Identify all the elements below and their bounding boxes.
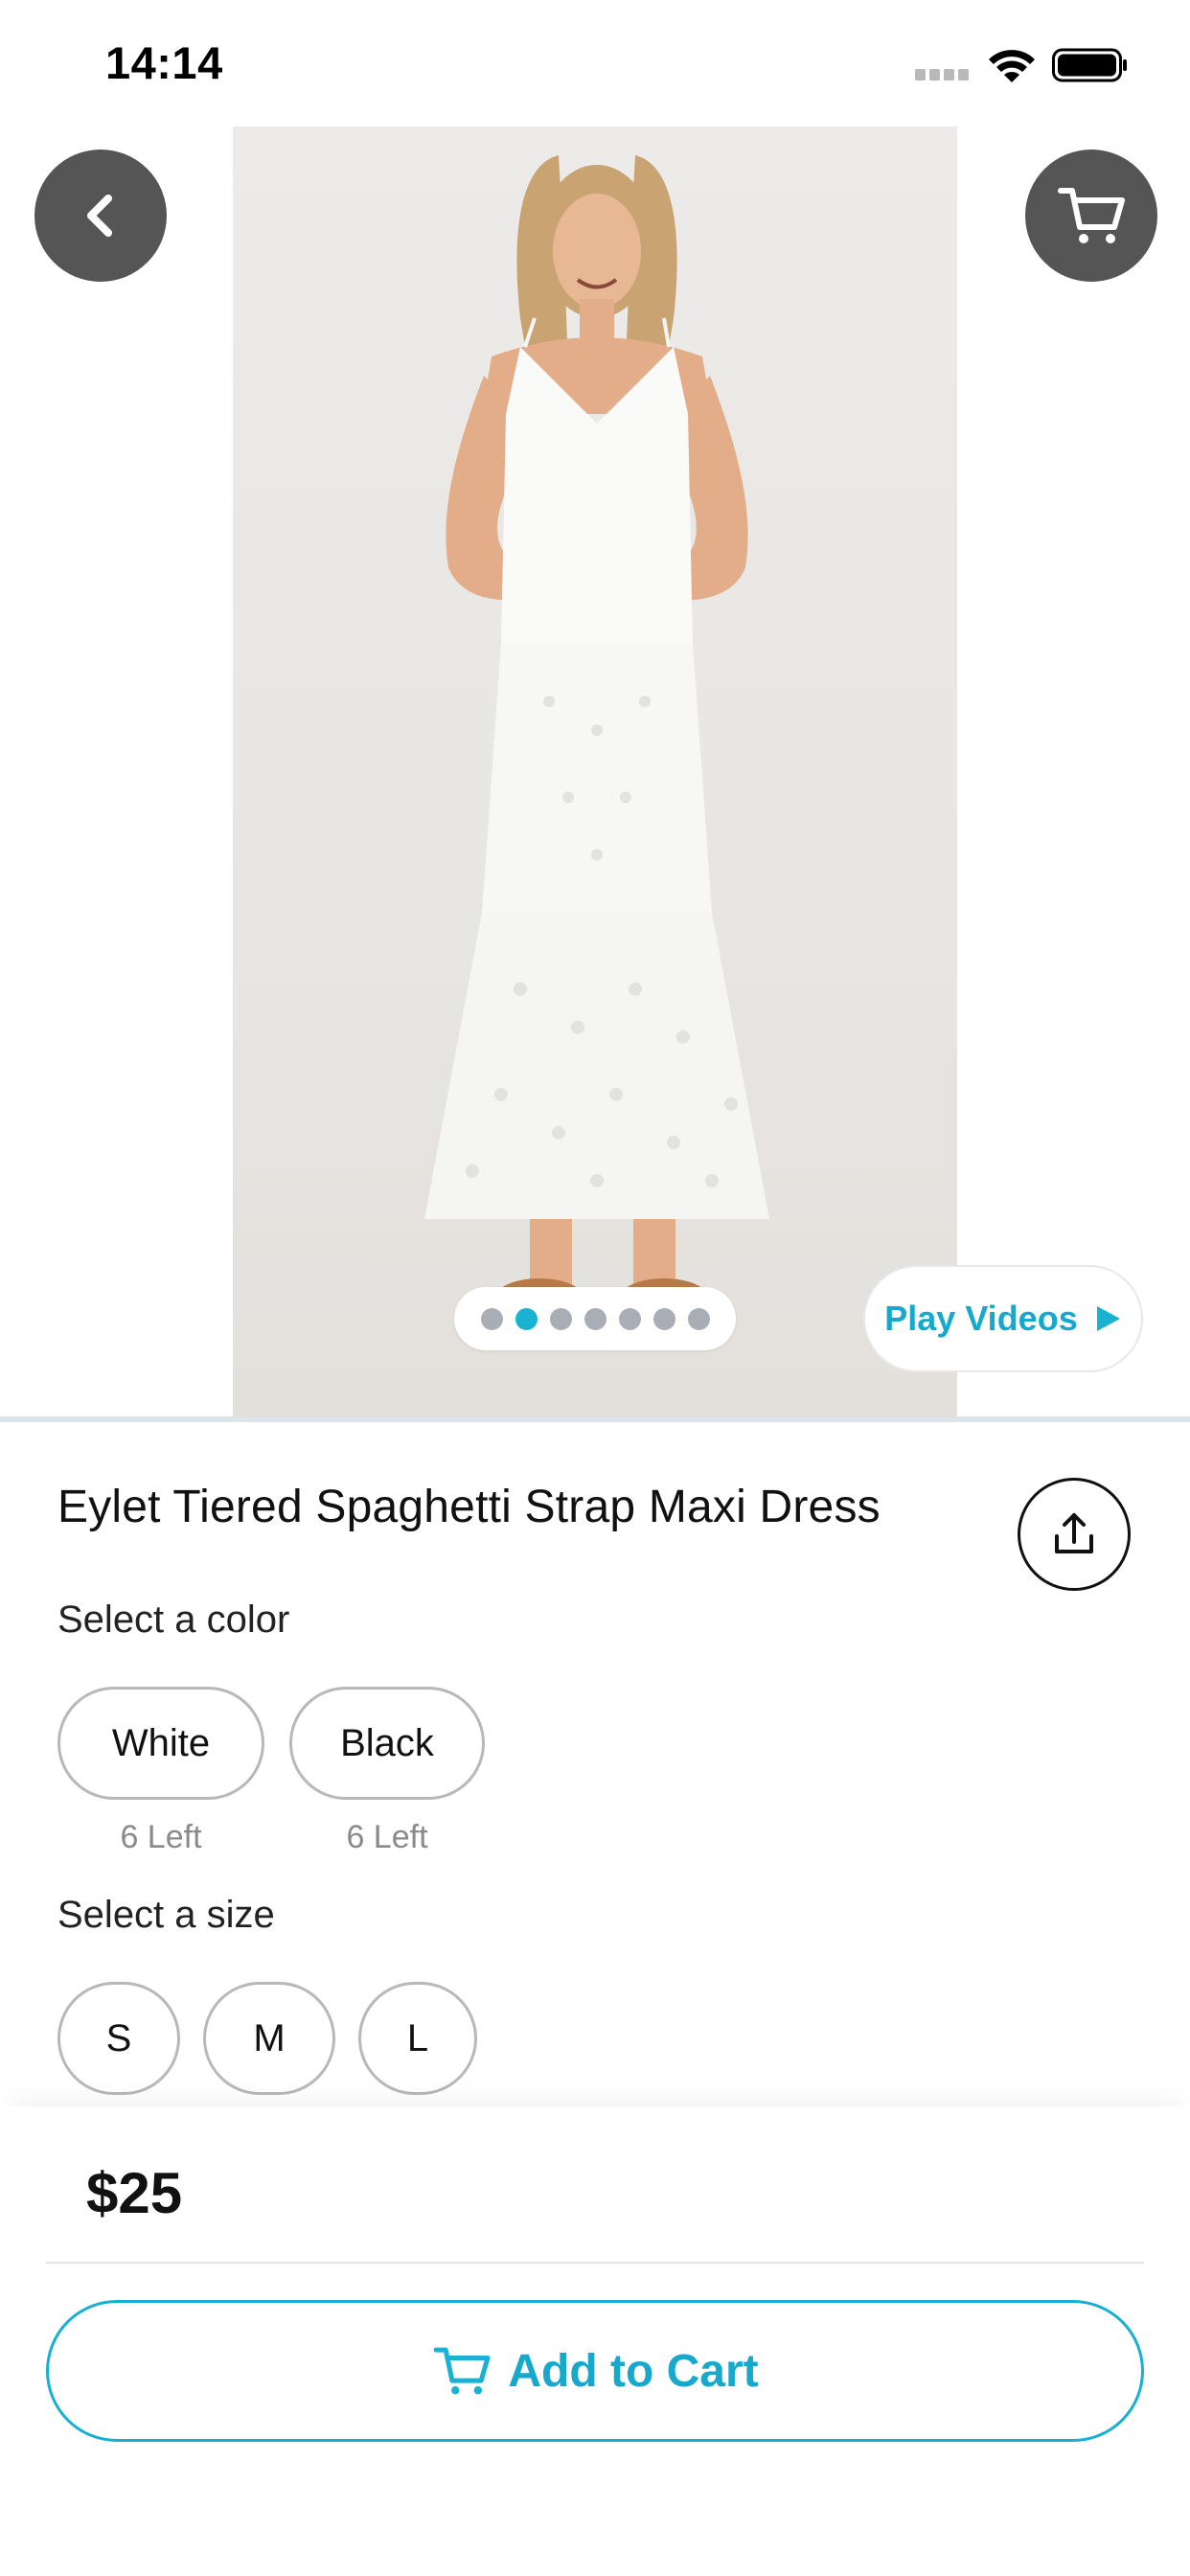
size-option-s[interactable]: S (57, 1982, 180, 2095)
stock-count-black: 6 Left (346, 1819, 428, 1855)
pagination-dot[interactable] (549, 1307, 572, 1330)
image-pagination-dots[interactable] (454, 1287, 736, 1350)
divider (46, 2262, 1144, 2264)
wifi-icon (989, 50, 1035, 82)
stock-count-white: 6 Left (120, 1819, 202, 1855)
pagination-dot[interactable] (480, 1307, 503, 1330)
color-option-black[interactable]: Black (289, 1687, 485, 1800)
product-image-gallery[interactable] (0, 126, 1190, 1418)
pagination-dot[interactable] (618, 1307, 641, 1330)
product-detail-screen: 14:14 Play Videos Eylet Tiered Spaghetti… (0, 0, 1190, 2576)
size-section-label: Select a size (57, 1894, 275, 1936)
divider (0, 1416, 1190, 1422)
pagination-dot[interactable] (584, 1307, 606, 1330)
product-title: Eylet Tiered Spaghetti Strap Maxi Dress (57, 1482, 881, 1532)
cart-icon (433, 2347, 491, 2395)
size-option-label: S (105, 2016, 132, 2059)
pagination-dot[interactable] (652, 1307, 675, 1330)
model-in-dress-illustration (424, 155, 769, 1317)
color-section-label: Select a color (57, 1598, 290, 1641)
pagination-dot-active[interactable] (515, 1307, 538, 1330)
play-videos-button[interactable]: Play Videos (863, 1265, 1143, 1372)
cart-button[interactable] (1025, 150, 1157, 282)
share-icon (1055, 1513, 1093, 1553)
battery-icon (1052, 48, 1127, 82)
product-price: $25 (86, 2161, 183, 2225)
play-videos-label: Play Videos (884, 1299, 1078, 1338)
size-option-l[interactable]: L (358, 1982, 477, 2095)
size-option-label: M (253, 2016, 286, 2059)
product-photo (233, 126, 957, 1418)
back-button[interactable] (34, 150, 167, 282)
pagination-dot[interactable] (687, 1307, 710, 1330)
color-option-label: White (111, 1721, 211, 1764)
add-to-cart-label: Add to Cart (508, 2345, 759, 2397)
share-button[interactable] (1018, 1478, 1131, 1591)
size-option-label: L (406, 2016, 429, 2059)
color-option-label: Black (340, 1721, 434, 1764)
size-option-m[interactable]: M (203, 1982, 335, 2095)
play-icon (1096, 1306, 1120, 1331)
chevron-left-icon (87, 195, 112, 237)
add-to-cart-button[interactable]: Add to Cart (46, 2300, 1144, 2442)
cellular-signal-icon (915, 69, 971, 80)
status-time: 14:14 (105, 37, 223, 88)
cart-icon (1058, 188, 1125, 243)
color-option-white[interactable]: White (57, 1687, 264, 1800)
status-bar: 14:14 (0, 0, 1190, 126)
bottom-purchase-bar: $25 Add to Cart (0, 2106, 1190, 2576)
